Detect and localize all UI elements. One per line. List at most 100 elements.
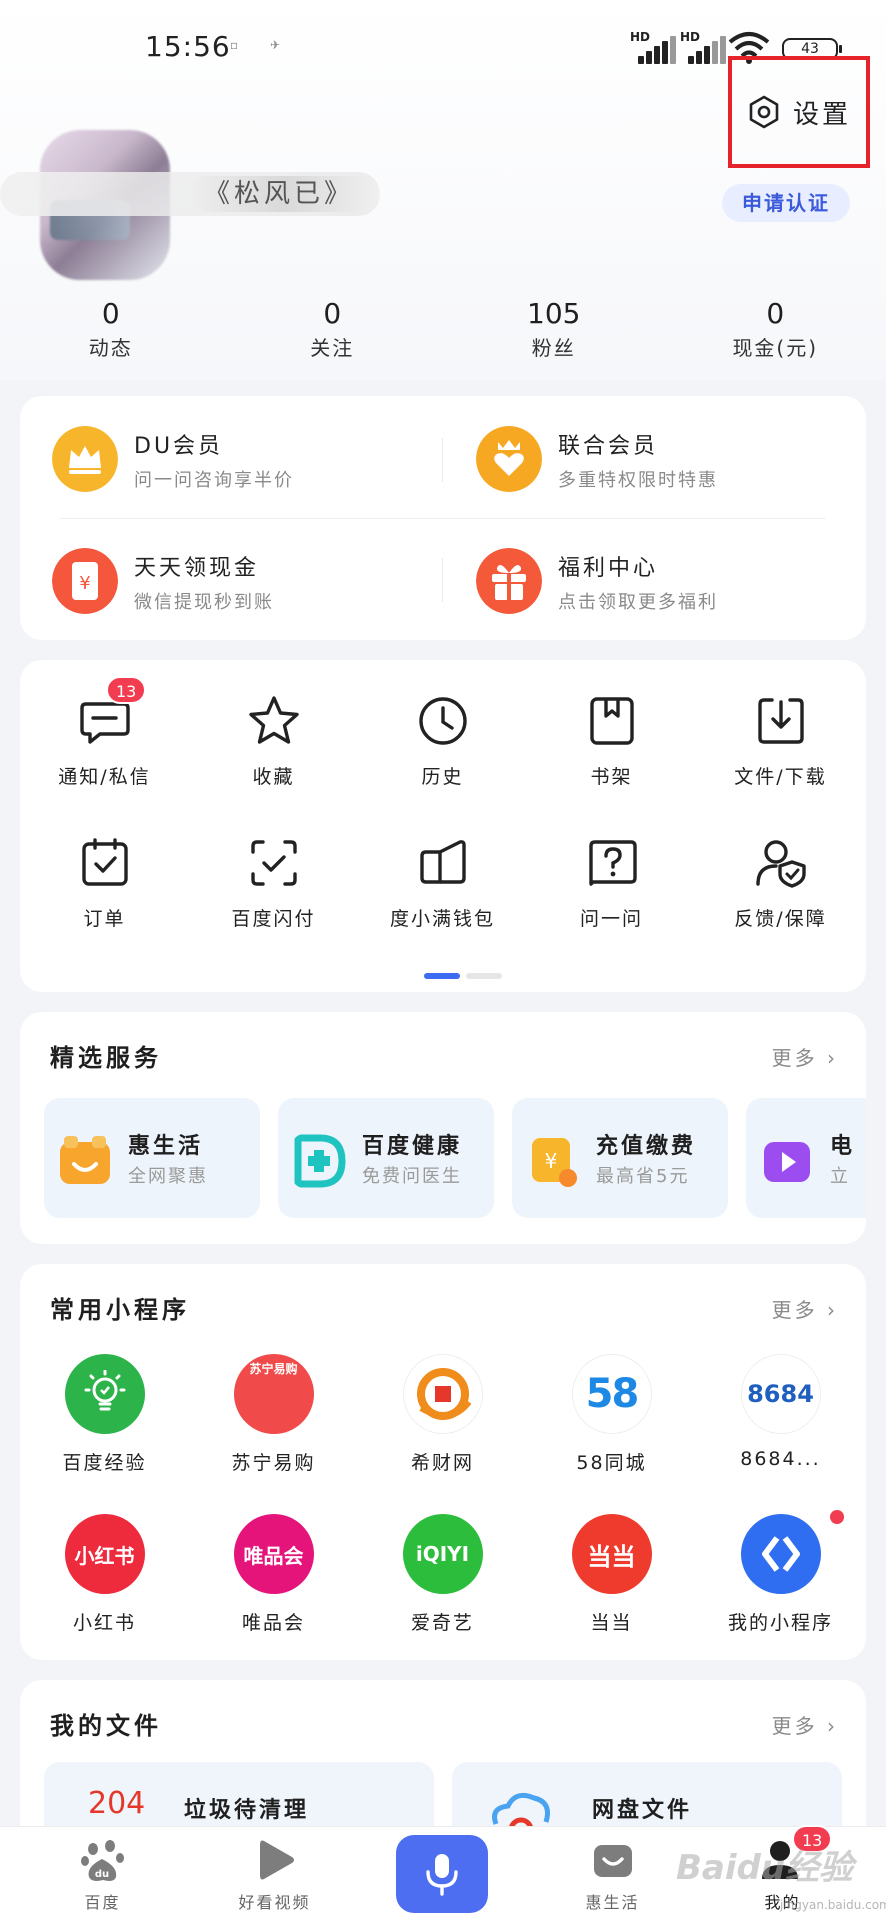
lightbulb-icon xyxy=(64,1354,145,1434)
xiaohongshu-icon: 小红书 xyxy=(64,1514,145,1594)
file-title: 网盘文件 xyxy=(592,1798,693,1823)
mini-program-label: 8684... xyxy=(740,1448,821,1470)
daily-cash-entry[interactable]: ¥ 天天领现金 微信提现秒到账 xyxy=(20,536,400,626)
mini-program-dangdang[interactable]: 当当 当当 xyxy=(527,1514,696,1644)
stat-followers[interactable]: 105 粉丝 xyxy=(443,295,665,375)
du-vip-subtitle: 问一问咨询享半价 xyxy=(134,470,294,491)
service-video[interactable]: 电 立 xyxy=(746,1098,866,1218)
service-health[interactable]: 百度健康 免费问医生 xyxy=(278,1098,494,1218)
du-vip-title: DU会员 xyxy=(134,434,224,459)
apply-certification-button[interactable]: 申请认证 xyxy=(722,184,850,222)
vipshop-icon: 唯品会 xyxy=(233,1514,314,1594)
joint-vip-title: 联合会员 xyxy=(558,434,659,459)
more-link[interactable]: 更多 › xyxy=(772,1710,838,1739)
stat-value: 0 xyxy=(101,297,120,330)
grid-label: 问一问 xyxy=(579,908,643,930)
feedback-shield-icon xyxy=(755,840,806,888)
mini-program-8684[interactable]: 8684 8684... xyxy=(696,1354,865,1484)
mini-program-baidu-jingyan[interactable]: 百度经验 xyxy=(20,1354,189,1484)
icon-text: 当当 xyxy=(587,1542,636,1571)
icon-text: 58 xyxy=(585,1371,640,1417)
paw-icon: du xyxy=(80,1840,124,1881)
stat-cash[interactable]: 0 现金(元) xyxy=(665,295,886,375)
suning-lion-icon: 苏宁易购 xyxy=(233,1354,314,1434)
mini-program-suning[interactable]: 苏宁易购 苏宁易购 xyxy=(189,1354,358,1484)
gear-icon xyxy=(749,95,779,129)
service-title: 百度健康 xyxy=(362,1134,463,1159)
joint-vip-entry[interactable]: 联合会员 多重特权限时特惠 xyxy=(444,414,824,504)
smile-bag-icon xyxy=(593,1845,632,1877)
bus-8684-icon: 8684 xyxy=(740,1354,821,1434)
service-subtitle: 最高省5元 xyxy=(596,1166,690,1187)
service-recharge[interactable]: ¥ 充值缴费 最高省5元 xyxy=(512,1098,728,1218)
svg-text:¥: ¥ xyxy=(79,573,90,594)
grid-item-feedback[interactable]: 反馈/保障 xyxy=(696,836,865,946)
iqiyi-icon: iQIYI xyxy=(402,1514,483,1594)
watermark-url: jingyan.baidu.com xyxy=(780,1898,886,1912)
more-label: 更多 xyxy=(771,1714,818,1738)
junk-count: 204 xyxy=(88,1786,146,1821)
mini-program-mine[interactable]: 我的小程序 xyxy=(696,1510,865,1644)
grid-item-bookshelf[interactable]: 书架 xyxy=(527,694,696,804)
icon-text: 8684 xyxy=(747,1380,814,1408)
more-link[interactable]: 更多 › xyxy=(772,1294,838,1323)
grid-label: 通知/私信 xyxy=(58,766,151,788)
mini-program-xicai[interactable]: 希财网 xyxy=(358,1354,527,1484)
welfare-center-entry[interactable]: 福利中心 点击领取更多福利 xyxy=(444,536,824,626)
stat-following[interactable]: 0 关注 xyxy=(222,295,444,375)
mini-program-label: 百度经验 xyxy=(62,1452,147,1474)
mini-program-label: 当当 xyxy=(590,1612,633,1634)
service-subtitle: 全网聚惠 xyxy=(128,1166,208,1187)
nav-haokan-video[interactable]: 好看视频 xyxy=(186,1827,363,1920)
mini-program-label: 小红书 xyxy=(72,1612,136,1634)
grid-item-flash-pay[interactable]: 百度闪付 xyxy=(189,836,358,946)
function-grid: 通知/私信 13 收藏 历史 书架 文件/下载 订单 百度闪付 度小满钱包 问一… xyxy=(20,660,866,992)
service-life-deals[interactable]: 惠生活 全网聚惠 xyxy=(44,1098,260,1218)
divider xyxy=(442,438,443,482)
icon-text: 苏宁易购 xyxy=(249,1362,298,1376)
grid-item-favorites[interactable]: 收藏 xyxy=(189,694,358,804)
joint-vip-subtitle: 多重特权限时特惠 xyxy=(558,470,718,491)
grid-item-notifications[interactable]: 通知/私信 13 xyxy=(20,676,189,804)
settings-label: 设置 xyxy=(792,99,851,130)
nav-label: 惠生活 xyxy=(585,1893,640,1912)
du-vip-entry[interactable]: DU会员 问一问咨询享半价 xyxy=(20,414,400,504)
scan-pay-icon xyxy=(250,840,297,886)
mini-program-iqiyi[interactable]: iQIYI 爱奇艺 xyxy=(358,1514,527,1644)
grid-item-wallet[interactable]: 度小满钱包 xyxy=(358,836,527,946)
service-title: 充值缴费 xyxy=(596,1134,697,1159)
service-title: 电 xyxy=(830,1134,856,1159)
icon-text: 小红书 xyxy=(74,1543,135,1568)
divider xyxy=(442,558,443,602)
mini-program-logo-icon xyxy=(740,1514,821,1594)
nav-hui-life[interactable]: 惠生活 xyxy=(524,1827,701,1920)
grid-item-history[interactable]: 历史 xyxy=(358,694,527,804)
settings-button[interactable]: 设置 xyxy=(728,56,870,168)
mini-program-xiaohongshu[interactable]: 小红书 小红书 xyxy=(20,1514,189,1644)
username[interactable]: 《松风已》 xyxy=(190,176,380,212)
xicai-logo-icon xyxy=(402,1354,483,1434)
mini-program-label: 唯品会 xyxy=(241,1612,305,1634)
mini-program-label: 58同城 xyxy=(576,1452,647,1474)
question-icon xyxy=(588,840,637,886)
grid-item-orders[interactable]: 订单 xyxy=(20,836,189,946)
status-time: 15:56 xyxy=(145,30,231,63)
nav-baidu[interactable]: du 百度 xyxy=(14,1827,191,1920)
58-logo-icon: 58 xyxy=(571,1354,652,1434)
more-link[interactable]: 更多 › xyxy=(772,1042,838,1071)
mini-program-58[interactable]: 58 58同城 xyxy=(527,1354,696,1484)
gift-icon xyxy=(476,548,542,614)
grid-item-downloads[interactable]: 文件/下载 xyxy=(696,694,865,804)
icon-text: iQIYI xyxy=(415,1542,470,1566)
grid-label: 度小满钱包 xyxy=(389,908,495,930)
wallet-icon xyxy=(419,840,466,884)
health-cross-icon xyxy=(294,1134,346,1188)
svg-text:¥: ¥ xyxy=(545,1149,558,1173)
grid-item-ask[interactable]: 问一问 xyxy=(527,836,696,946)
bookshelf-icon xyxy=(589,697,634,745)
nav-label: 好看视频 xyxy=(238,1893,311,1912)
voice-search-button[interactable] xyxy=(396,1835,488,1913)
stat-posts[interactable]: 0 动态 xyxy=(0,295,222,375)
mini-program-vipshop[interactable]: 唯品会 唯品会 xyxy=(189,1514,358,1644)
stat-label: 现金(元) xyxy=(732,336,819,360)
